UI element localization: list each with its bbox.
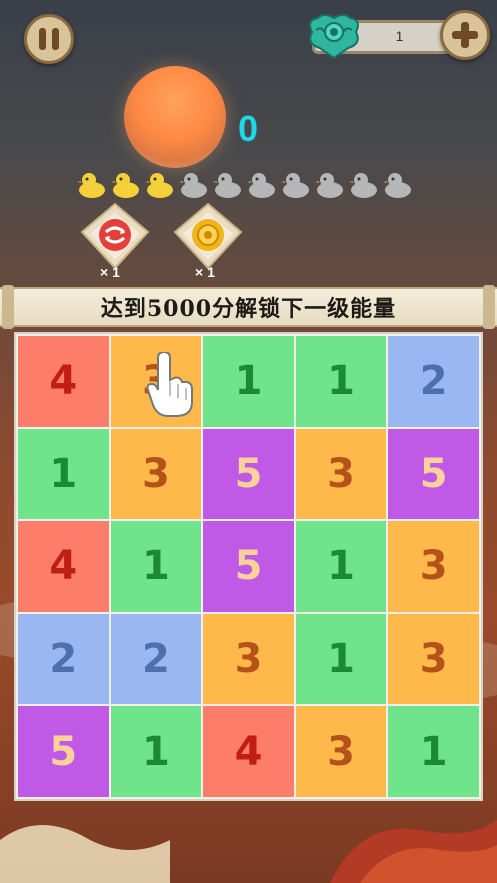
game-board: 4311213535415132231351431	[14, 332, 483, 801]
duck-icon-filled	[145, 173, 173, 198]
pause-button[interactable]	[24, 14, 74, 64]
tile-r4-c2[interactable]: 2	[110, 613, 202, 705]
tile-r3-c2[interactable]: 1	[110, 521, 202, 612]
flower-icon	[192, 219, 224, 251]
jade-ornament-icon	[309, 14, 359, 60]
tile-r2-c5[interactable]: 5	[388, 428, 479, 520]
duck-icon-empty	[247, 173, 275, 198]
powerup-shuffle-count: × 1	[100, 264, 120, 280]
powerup-flower-count: × 1	[195, 264, 215, 280]
duck-icon-empty	[281, 173, 309, 198]
tile-r2-c4[interactable]: 3	[295, 428, 387, 520]
sun-decoration	[124, 66, 226, 168]
shuffle-icon	[99, 219, 131, 251]
powerup-shuffle-button[interactable]	[78, 202, 152, 272]
tile-r3-c5[interactable]: 3	[388, 521, 479, 612]
tile-r5-c4[interactable]: 3	[295, 706, 387, 797]
tile-r4-c1[interactable]: 2	[18, 613, 109, 705]
tile-r1-c1[interactable]: 4	[18, 336, 109, 427]
tile-r1-c5[interactable]: 2	[388, 336, 479, 427]
tile-r3-c4[interactable]: 1	[295, 521, 387, 612]
tile-r5-c5[interactable]: 1	[388, 706, 479, 797]
unlock-banner: 达到5000分解锁下一级能量	[0, 285, 497, 329]
currency-count: 1	[395, 28, 404, 44]
tile-r4-c3[interactable]: 3	[203, 613, 294, 705]
tile-r5-c1[interactable]: 5	[18, 706, 109, 797]
duck-icon-filled	[111, 173, 139, 198]
tile-r1-c3[interactable]: 1	[203, 336, 294, 427]
tile-r2-c3[interactable]: 5	[203, 428, 294, 520]
duck-icon-empty	[349, 173, 377, 198]
pause-icon	[39, 28, 46, 50]
tile-r3-c3[interactable]: 5	[203, 521, 294, 612]
duck-icon-filled	[77, 173, 105, 198]
tile-r2-c2[interactable]: 3	[110, 428, 202, 520]
level-progress	[76, 170, 414, 200]
tile-r5-c3[interactable]: 4	[203, 706, 294, 797]
tile-r4-c4[interactable]: 1	[295, 613, 387, 705]
duck-icon-empty	[383, 173, 411, 198]
score: 0	[237, 108, 259, 149]
plus-icon	[452, 22, 478, 48]
duck-icon-empty	[179, 173, 207, 198]
ground-decoration	[0, 820, 497, 883]
tile-r3-c1[interactable]: 4	[18, 521, 109, 612]
tile-r1-c4[interactable]: 1	[295, 336, 387, 427]
tile-r2-c1[interactable]: 1	[18, 428, 109, 520]
powerup-flower-button[interactable]	[171, 202, 245, 272]
tile-r5-c2[interactable]: 1	[110, 706, 202, 797]
tile-r4-c5[interactable]: 3	[388, 613, 479, 705]
hand-pointer-icon	[146, 352, 193, 417]
add-currency-button[interactable]	[440, 10, 490, 60]
duck-icon-empty	[315, 173, 343, 198]
duck-icon-empty	[213, 173, 241, 198]
unlock-banner-text: 达到5000分解锁下一级能量	[100, 296, 397, 322]
